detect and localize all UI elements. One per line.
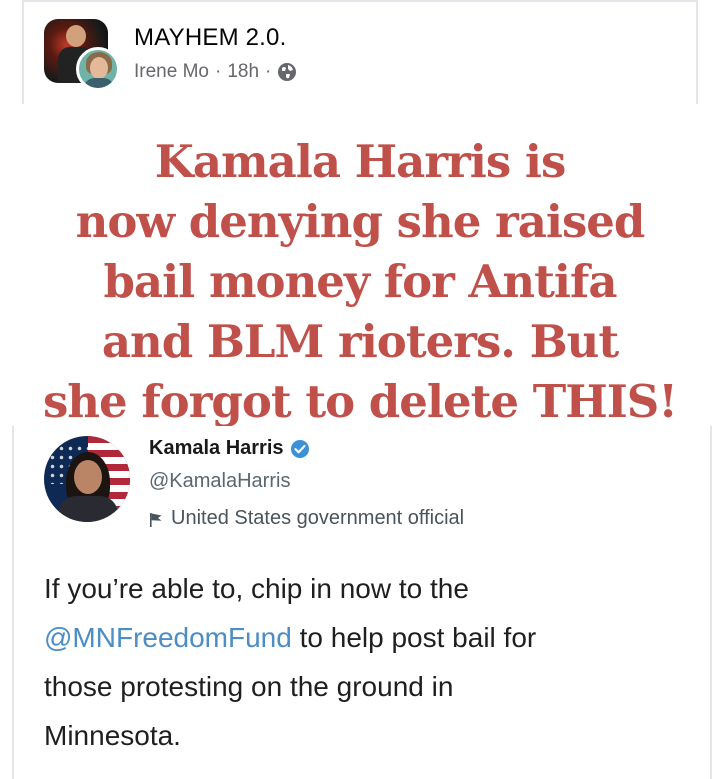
avatar-face (74, 460, 102, 494)
post-timestamp[interactable]: 18h (227, 61, 259, 83)
post-meta: Irene Mo · 18h · (134, 61, 297, 83)
avatar-figure-head (66, 25, 86, 47)
headline-line: she forgot to delete THIS! (42, 375, 678, 428)
headline-line: now denying she raised (75, 195, 646, 248)
author-name-link[interactable]: Irene Mo (134, 61, 209, 83)
verified-badge-icon (290, 439, 310, 459)
meta-separator: · (214, 61, 222, 82)
facebook-post: MAYHEM 2.0. Irene Mo · 18h · Kamala Harr… (0, 0, 720, 779)
tweet-author-avatar (44, 436, 130, 522)
tweet-body-text: to help post bail for (291, 622, 537, 653)
author-avatar-face (90, 57, 108, 79)
tweet-body-line: @MNFreedomFund to help post bail for (44, 613, 704, 662)
headline-line: bail money for Antifa (103, 255, 617, 308)
author-avatar-shoulders (83, 78, 115, 88)
group-name-link[interactable]: MAYHEM 2.0. (134, 24, 286, 52)
embedded-tweet-screenshot: Kamala Harris @KamalaHarris United State (12, 426, 712, 779)
flag-icon (149, 511, 163, 527)
headline-line: Kamala Harris is (154, 135, 567, 188)
tweet-body-line: Minnesota. (44, 720, 181, 751)
meme-image[interactable]: Kamala Harris is now denying she raised … (0, 104, 720, 779)
headline-line: and BLM rioters. But (101, 315, 619, 368)
globe-icon[interactable] (277, 62, 297, 82)
author-avatar[interactable] (76, 47, 120, 91)
government-official-label: United States government official (149, 507, 464, 530)
group-avatar[interactable] (44, 19, 120, 91)
avatar-jacket (58, 496, 118, 522)
tweet-body-line: If you’re able to, chip in now to the (44, 573, 469, 604)
meme-headline: Kamala Harris is now denying she raised … (0, 132, 720, 432)
meta-separator: · (265, 61, 272, 82)
post-header: MAYHEM 2.0. Irene Mo · 18h · (22, 0, 698, 104)
tweet-body-line: those protesting on the ground in (44, 671, 454, 702)
tweet-author-handle: @KamalaHarris (149, 470, 291, 492)
government-official-label-text: United States government official (171, 507, 465, 529)
mention-link: @MNFreedomFund (44, 622, 292, 653)
tweet-author-name: Kamala Harris (149, 437, 310, 460)
tweet-author-name-text: Kamala Harris (149, 437, 284, 459)
tweet-body: If you’re able to, chip in now to the @M… (44, 564, 704, 760)
